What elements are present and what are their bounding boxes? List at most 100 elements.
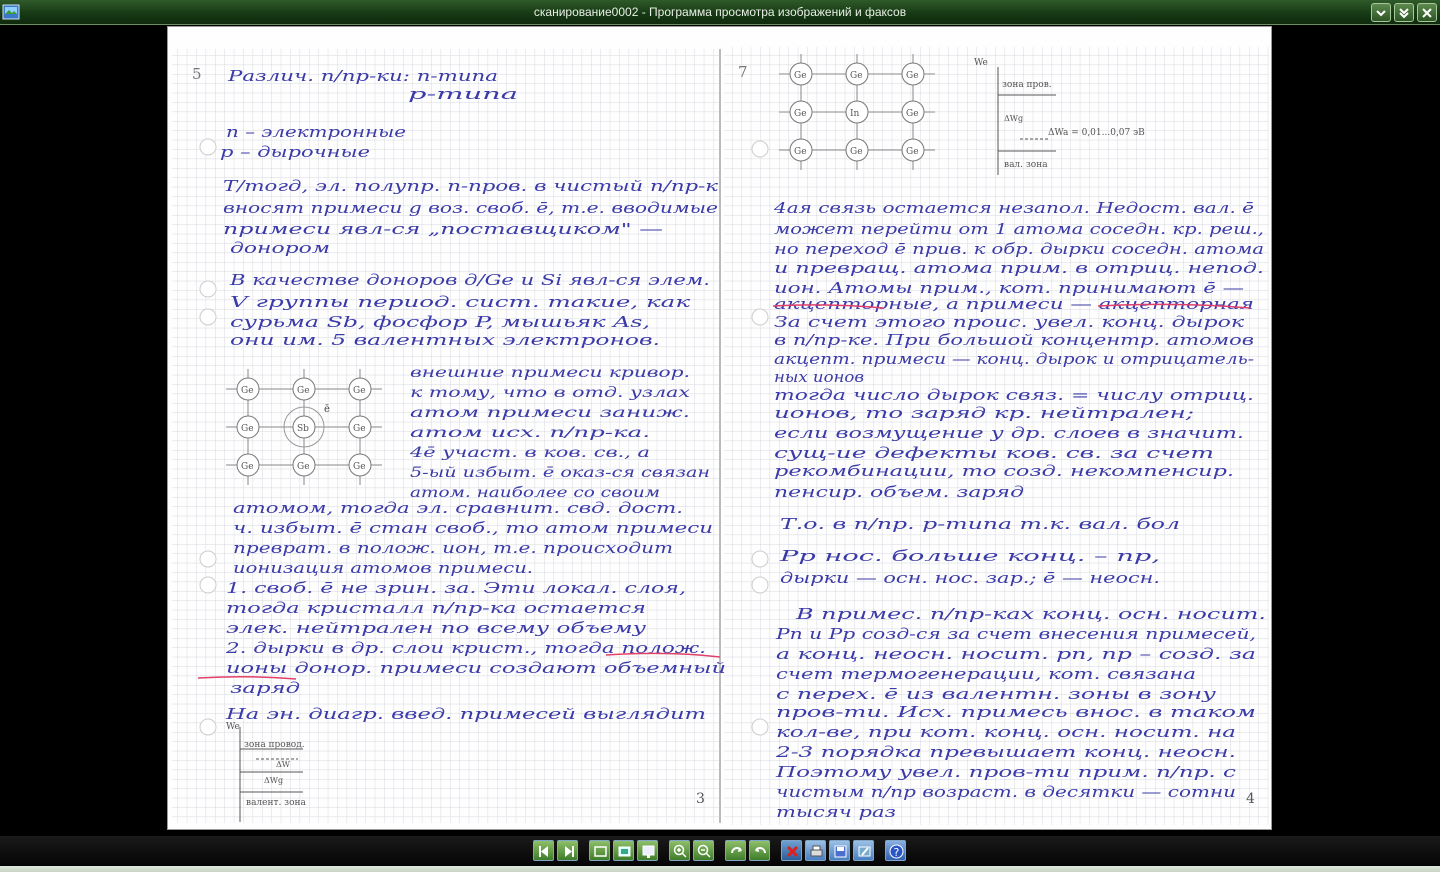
chevron-down-icon — [1376, 10, 1386, 17]
atom-label: Sb — [297, 424, 309, 434]
slideshow-icon — [642, 845, 655, 858]
binder-hole — [751, 308, 769, 326]
handwritten-line: может перейти от 1 атома соседн. кр. реш… — [774, 220, 1264, 238]
rotate-clockwise-button[interactable] — [725, 840, 746, 861]
atom-label: Ge — [353, 424, 366, 434]
handwritten-line: 1. своб. ē не зрин. за. Эти локал. слоя, — [226, 579, 686, 597]
atom-label: Ge — [241, 462, 254, 472]
previous-image-icon — [539, 846, 548, 857]
next-image-button[interactable] — [557, 840, 578, 861]
svg-text:?: ? — [894, 846, 900, 859]
handwritten-line: к тому, что в отд. узлах — [410, 385, 690, 401]
next-image-icon — [565, 846, 574, 857]
handwritten-line: сущ-ие дефекты ков. св. за счет — [774, 444, 1214, 462]
right-page-number: 4 — [1246, 791, 1255, 807]
handwritten-line: Различ. п/пр-ки: n-типа — [227, 67, 498, 85]
save-icon — [834, 845, 847, 858]
handwritten-line: Pp нос. больше конц. – np, — [778, 547, 1160, 565]
band-label: валент. зона — [246, 798, 307, 808]
handwritten-line: p-типа — [408, 85, 518, 103]
atom-label: Ge — [850, 147, 863, 157]
handwritten-line: 4ая связь остается незапол. Недост. вал.… — [773, 199, 1254, 217]
band-label: ΔWg — [264, 776, 283, 785]
handwritten-line: но переход ē прив. к обр. дырки соседн. … — [774, 240, 1264, 258]
scanned-image[interactable]: Ge Ge Ge Ge Sb Ge Ge Ge Ge ē Ge Ge Ge Ge In Ge Ge Ge Ge W… — [167, 26, 1272, 830]
save-button[interactable] — [829, 840, 850, 861]
handwritten-line: атом примеси заниж. — [410, 405, 690, 421]
binder-hole — [199, 718, 217, 736]
minimize-button[interactable] — [1371, 3, 1391, 22]
actual-size-button[interactable] — [613, 840, 634, 861]
atom-label: Ge — [794, 71, 807, 81]
open-editor-button[interactable] — [853, 840, 874, 861]
band-label: We — [974, 58, 988, 68]
atom-label: Ge — [241, 386, 254, 396]
handwritten-line: пров-ти. Исх. примесь внос. в таком — [776, 703, 1256, 721]
handwritten-line: ч. избыт. ē стан своб., то атом примеси — [233, 519, 713, 537]
zoom-in-button[interactable] — [669, 840, 690, 861]
edit-image-icon — [858, 846, 871, 857]
binder-hole — [751, 576, 769, 594]
title-bar: сканирование0002 - Программа просмотра и… — [0, 0, 1440, 25]
left-page-corner-number: 5 — [192, 65, 202, 83]
rotate-clockwise-icon — [731, 847, 742, 854]
status-strip — [0, 866, 1440, 872]
actual-size-icon — [618, 846, 631, 857]
handwritten-line: n – электронные — [226, 123, 406, 141]
zoom-in-icon — [673, 844, 687, 858]
best-fit-icon — [594, 846, 607, 857]
binder-hole — [751, 718, 769, 736]
atom-label: Ge — [297, 386, 310, 396]
band-label: ΔW — [276, 760, 291, 769]
restore-button[interactable] — [1394, 3, 1414, 22]
slideshow-button[interactable] — [637, 840, 658, 861]
best-fit-button[interactable] — [589, 840, 610, 861]
atom-label: Ge — [906, 147, 919, 157]
handwritten-line: а конц. неосн. носит. pn, np – созд. за — [776, 645, 1256, 663]
atom-label: Ge — [353, 462, 366, 472]
handwritten-line: На эн. диагр. введ. примесей выглядит — [224, 705, 706, 723]
handwritten-line: кол-ве, при кот. конц. осн. носит. на — [776, 723, 1236, 741]
handwritten-line: элек. нейтрален по всему объему — [226, 619, 646, 637]
atom-label: Ge — [353, 386, 366, 396]
rotate-counterclockwise-button[interactable] — [749, 840, 770, 861]
handwritten-line: чистым п/пр возраст. в десятки — сотни — [776, 783, 1236, 801]
atom-label: Ge — [297, 462, 310, 472]
handwritten-line: Т/тогд, эл. полупр. n-пров. в чистый п/п… — [223, 177, 718, 195]
left-page-number: 3 — [696, 791, 705, 807]
help-button[interactable]: ? — [885, 840, 906, 861]
handwritten-line: в п/пр-ке. При большой концентр. атомов — [774, 331, 1254, 349]
binder-hole — [751, 550, 769, 568]
handwritten-line: В качестве доноров д/Ge и Si явл-ся элем… — [229, 271, 710, 289]
help-icon: ? — [889, 844, 904, 859]
left-crystal-lattice-diagram: Ge Ge Ge Ge Sb Ge Ge Ge Ge ē — [226, 369, 382, 485]
double-chevron-icon — [1399, 8, 1409, 19]
handwritten-line: V группы период. сист. такие, как — [230, 293, 690, 311]
handwritten-line: примеси явл-ся „поставщиком" — — [223, 220, 663, 238]
delete-button[interactable] — [781, 840, 802, 861]
handwritten-line: За счет этого проис. увел. конц. дырок — [774, 313, 1244, 331]
delete-icon — [786, 845, 799, 858]
atom-label: Ge — [906, 109, 919, 119]
binder-hole — [199, 138, 217, 156]
zoom-out-button[interactable] — [693, 840, 714, 861]
electron-label: ē — [324, 404, 330, 415]
print-button[interactable] — [805, 840, 826, 861]
binder-hole — [199, 280, 217, 298]
handwritten-line: сурьма Sb, фосфор P, мышьяк As, — [230, 313, 650, 331]
close-button[interactable] — [1417, 3, 1437, 22]
binder-hole — [751, 140, 769, 158]
handwritten-line: заряд — [230, 679, 300, 697]
handwritten-line: преврат. в полож. ион, т.е. происходит — [233, 539, 673, 557]
handwritten-line: внешние примеси кривор. — [410, 365, 690, 381]
handwritten-line: рекомбинации, то созд. некомпенсир. — [774, 462, 1234, 480]
handwritten-line: 2-3 порядка превышает конц. неосн. — [774, 743, 1236, 761]
previous-image-button[interactable] — [533, 840, 554, 861]
handwritten-line: Т.о. в п/пр. p-типа т.к. вал. бол — [780, 515, 1180, 533]
handwritten-line: дырки — осн. нос. зар.; ē — неосн. — [780, 569, 1160, 587]
band-label: вал. зона — [1004, 160, 1048, 170]
handwritten-line: донором — [230, 239, 330, 257]
handwritten-line: Pn и Pp созд-ся за счет внесения примесе… — [775, 625, 1256, 643]
close-icon — [1422, 8, 1432, 18]
handwritten-line: тогда кристалл п/пр-ка остается — [226, 599, 646, 617]
